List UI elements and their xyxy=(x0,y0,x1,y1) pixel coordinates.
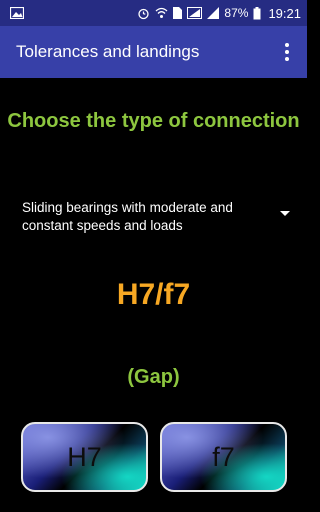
connection-type-dropdown[interactable]: Sliding bearings with moderate and const… xyxy=(22,196,294,238)
signal-icon xyxy=(187,7,203,19)
shaft-tolerance-button[interactable]: f7 xyxy=(160,422,287,492)
clock: 19:21 xyxy=(268,5,301,21)
overflow-menu-icon[interactable] xyxy=(275,36,299,68)
status-right: 87% 19:21 xyxy=(137,6,301,21)
app-bar: Tolerances and landings xyxy=(0,26,307,78)
app-title: Tolerances and landings xyxy=(16,42,200,61)
alarm-icon xyxy=(137,7,150,20)
app-screen: 87% 19:21 Tolerances and landings Choose… xyxy=(0,0,307,512)
signal-strength-icon xyxy=(207,7,220,19)
hole-tolerance-button[interactable]: H7 xyxy=(21,422,148,492)
shaft-tolerance-label: f7 xyxy=(212,441,235,472)
hole-tolerance-label: H7 xyxy=(67,441,102,472)
battery-icon xyxy=(253,6,261,20)
connection-type-heading: Choose the type of connection xyxy=(7,110,300,132)
fit-type: (Gap) xyxy=(127,366,180,388)
sim-icon xyxy=(173,7,183,19)
status-left xyxy=(10,7,24,19)
fit-code: H7/f7 xyxy=(116,278,191,311)
dropdown-arrow-icon xyxy=(280,211,290,216)
gallery-notification-icon xyxy=(10,7,24,19)
connection-type-value: Sliding bearings with moderate and const… xyxy=(22,200,233,233)
status-bar: 87% 19:21 xyxy=(0,0,307,26)
wifi-icon xyxy=(155,7,168,19)
battery-percent: 87% xyxy=(224,6,249,20)
